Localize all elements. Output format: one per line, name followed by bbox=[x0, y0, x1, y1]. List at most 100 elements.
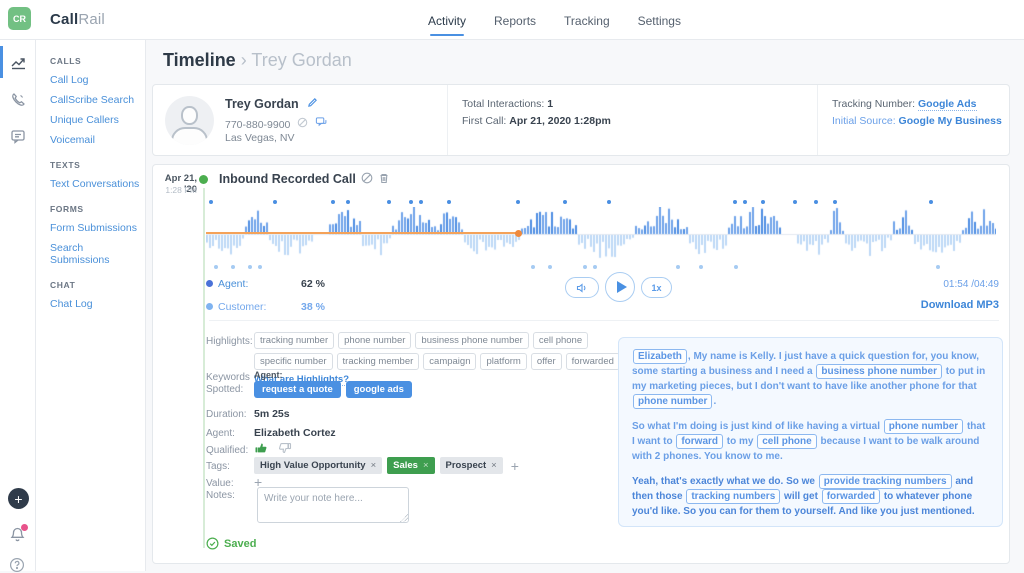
keyword-marker-dot[interactable] bbox=[209, 200, 213, 204]
transcript-highlight-chip[interactable]: phone number bbox=[633, 394, 712, 409]
highlight-chip-specific-number[interactable]: specific number bbox=[254, 353, 333, 370]
transcript-highlight-chip[interactable]: forward bbox=[676, 434, 723, 449]
block-number-icon[interactable] bbox=[294, 119, 308, 131]
notes-input[interactable] bbox=[257, 487, 409, 523]
delete-call-icon[interactable] bbox=[378, 172, 390, 184]
transcript-highlight-chip[interactable]: forwarded bbox=[822, 489, 880, 504]
top-nav-settings[interactable]: Settings bbox=[638, 12, 681, 28]
transcript-highlight-chip[interactable]: business phone number bbox=[816, 364, 942, 379]
activity-chart-icon[interactable] bbox=[0, 48, 36, 76]
call-waveform[interactable] bbox=[206, 195, 996, 273]
top-nav-reports[interactable]: Reports bbox=[494, 12, 536, 28]
keyword-marker-dot[interactable] bbox=[419, 200, 423, 204]
speaker-marker-dot[interactable] bbox=[676, 265, 680, 269]
notifications-bell-icon[interactable] bbox=[9, 526, 26, 543]
highlight-chip-business-phone-number[interactable]: business phone number bbox=[415, 332, 528, 349]
keyword-marker-dot[interactable] bbox=[447, 200, 451, 204]
tracking-number-label: Tracking Number: bbox=[832, 98, 915, 110]
initial-source-label: Initial Source: bbox=[832, 115, 896, 127]
tracking-number-link[interactable]: Google Ads bbox=[918, 98, 977, 111]
highlight-chip-phone-number[interactable]: phone number bbox=[338, 332, 411, 349]
download-mp3-link[interactable]: Download MP3 bbox=[921, 299, 999, 311]
add-tag-button[interactable]: + bbox=[511, 458, 519, 474]
transcript-highlight-chip[interactable]: cell phone bbox=[757, 434, 816, 449]
speaker-marker-dot[interactable] bbox=[593, 265, 597, 269]
transcript-highlight-chip[interactable]: phone number bbox=[884, 419, 963, 434]
speaker-marker-dot[interactable] bbox=[936, 265, 940, 269]
transcript-highlight-chip[interactable]: provide tracking numbers bbox=[819, 474, 952, 489]
highlight-chip-tracking-member[interactable]: tracking member bbox=[337, 353, 420, 370]
speaker-marker-dot[interactable] bbox=[699, 265, 703, 269]
thumbs-down-icon[interactable] bbox=[278, 441, 292, 455]
keyword-marker-dot[interactable] bbox=[273, 200, 277, 204]
keywords-group-label: Agent: bbox=[254, 370, 283, 380]
call-transcript-panel[interactable]: Elizabeth, My name is Kelly. I just have… bbox=[618, 337, 1003, 527]
highlight-chip-platform[interactable]: platform bbox=[480, 353, 526, 370]
transcript-highlight-chip[interactable]: Elizabeth bbox=[633, 349, 687, 364]
edit-name-icon[interactable] bbox=[304, 97, 318, 111]
remove-tag-icon[interactable]: × bbox=[371, 460, 377, 471]
send-sms-icon[interactable] bbox=[312, 119, 327, 131]
playback-speed-button[interactable]: 1x bbox=[641, 277, 672, 298]
thumbs-up-icon[interactable] bbox=[254, 441, 268, 455]
speaker-marker-dot[interactable] bbox=[531, 265, 535, 269]
top-nav-tracking[interactable]: Tracking bbox=[564, 12, 610, 28]
transcript-highlight-chip[interactable]: tracking numbers bbox=[686, 489, 780, 504]
keyword-marker-dot[interactable] bbox=[563, 200, 567, 204]
keyword-marker-dot[interactable] bbox=[409, 200, 413, 204]
callrail-wordmark[interactable]: CallRail bbox=[50, 11, 105, 28]
sidebar-item-chat-log[interactable]: Chat Log bbox=[50, 294, 145, 314]
speaker-marker-dot[interactable] bbox=[548, 265, 552, 269]
playback-progress-bar[interactable] bbox=[206, 232, 518, 234]
keyword-marker-dot[interactable] bbox=[743, 200, 747, 204]
waveform-canvas[interactable] bbox=[206, 207, 996, 263]
keyword-marker-dot[interactable] bbox=[833, 200, 837, 204]
sidebar-item-text-conversations[interactable]: Text Conversations bbox=[50, 174, 145, 194]
sidebar-item-unique-callers[interactable]: Unique Callers bbox=[50, 110, 145, 130]
keyword-marker-dot[interactable] bbox=[607, 200, 611, 204]
keyword-marker-dot[interactable] bbox=[929, 200, 933, 204]
speaker-marker-dot[interactable] bbox=[214, 265, 218, 269]
remove-tag-icon[interactable]: × bbox=[491, 460, 497, 471]
main-content: Timeline › Trey Gordan Trey Gordan 770-8… bbox=[146, 40, 1024, 571]
keyword-marker-dot[interactable] bbox=[761, 200, 765, 204]
sidebar-item-form-submissions[interactable]: Form Submissions bbox=[50, 218, 145, 238]
keyword-marker-dot[interactable] bbox=[733, 200, 737, 204]
phone-calls-icon[interactable] bbox=[0, 86, 36, 114]
speaker-marker-dot[interactable] bbox=[248, 265, 252, 269]
speaker-marker-dot[interactable] bbox=[583, 265, 587, 269]
sidebar-item-voicemail[interactable]: Voicemail bbox=[50, 130, 145, 150]
highlight-chip-offer[interactable]: offer bbox=[531, 353, 562, 370]
speaker-marker-dot[interactable] bbox=[231, 265, 235, 269]
top-nav-activity[interactable]: Activity bbox=[428, 12, 466, 28]
chat-bubble-icon[interactable] bbox=[0, 122, 36, 150]
breadcrumb-section[interactable]: Timeline bbox=[163, 50, 236, 70]
highlight-chip-cell-phone[interactable]: cell phone bbox=[533, 332, 588, 349]
keyword-marker-dot[interactable] bbox=[387, 200, 391, 204]
highlight-chip-forwarded[interactable]: forwarded bbox=[566, 353, 620, 370]
sidebar-item-search-submissions[interactable]: Search Submissions bbox=[50, 238, 145, 270]
keyword-marker-dot[interactable] bbox=[814, 200, 818, 204]
speaker-marker-dot[interactable] bbox=[258, 265, 262, 269]
remove-tag-icon[interactable]: × bbox=[423, 460, 429, 471]
sidebar-item-call-log[interactable]: Call Log bbox=[50, 70, 145, 90]
keyword-marker-dot[interactable] bbox=[516, 200, 520, 204]
speaker-marker-dot[interactable] bbox=[734, 265, 738, 269]
keyword-marker-dot[interactable] bbox=[331, 200, 335, 204]
volume-button[interactable] bbox=[565, 277, 599, 298]
keyword-chip-google-ads[interactable]: google ads bbox=[346, 381, 412, 398]
highlight-chip-campaign[interactable]: campaign bbox=[423, 353, 476, 370]
block-call-icon[interactable] bbox=[361, 172, 373, 184]
add-icon[interactable]: + bbox=[8, 488, 29, 509]
keyword-chip-request-a-quote[interactable]: request a quote bbox=[254, 381, 341, 398]
highlight-chip-tracking-number[interactable]: tracking number bbox=[254, 332, 334, 349]
tag-chip-sales[interactable]: Sales× bbox=[387, 457, 434, 474]
tag-chip-prospect[interactable]: Prospect× bbox=[440, 457, 503, 474]
transcript-paragraph: So what I'm doing is just kind of like h… bbox=[632, 419, 989, 464]
keyword-marker-dot[interactable] bbox=[793, 200, 797, 204]
play-button[interactable] bbox=[605, 272, 635, 302]
callrail-logo-badge[interactable]: CR bbox=[8, 7, 31, 30]
sidebar-item-callscribe-search[interactable]: CallScribe Search bbox=[50, 90, 145, 110]
tag-chip-high-value-opportunity[interactable]: High Value Opportunity× bbox=[254, 457, 382, 474]
keyword-marker-dot[interactable] bbox=[346, 200, 350, 204]
